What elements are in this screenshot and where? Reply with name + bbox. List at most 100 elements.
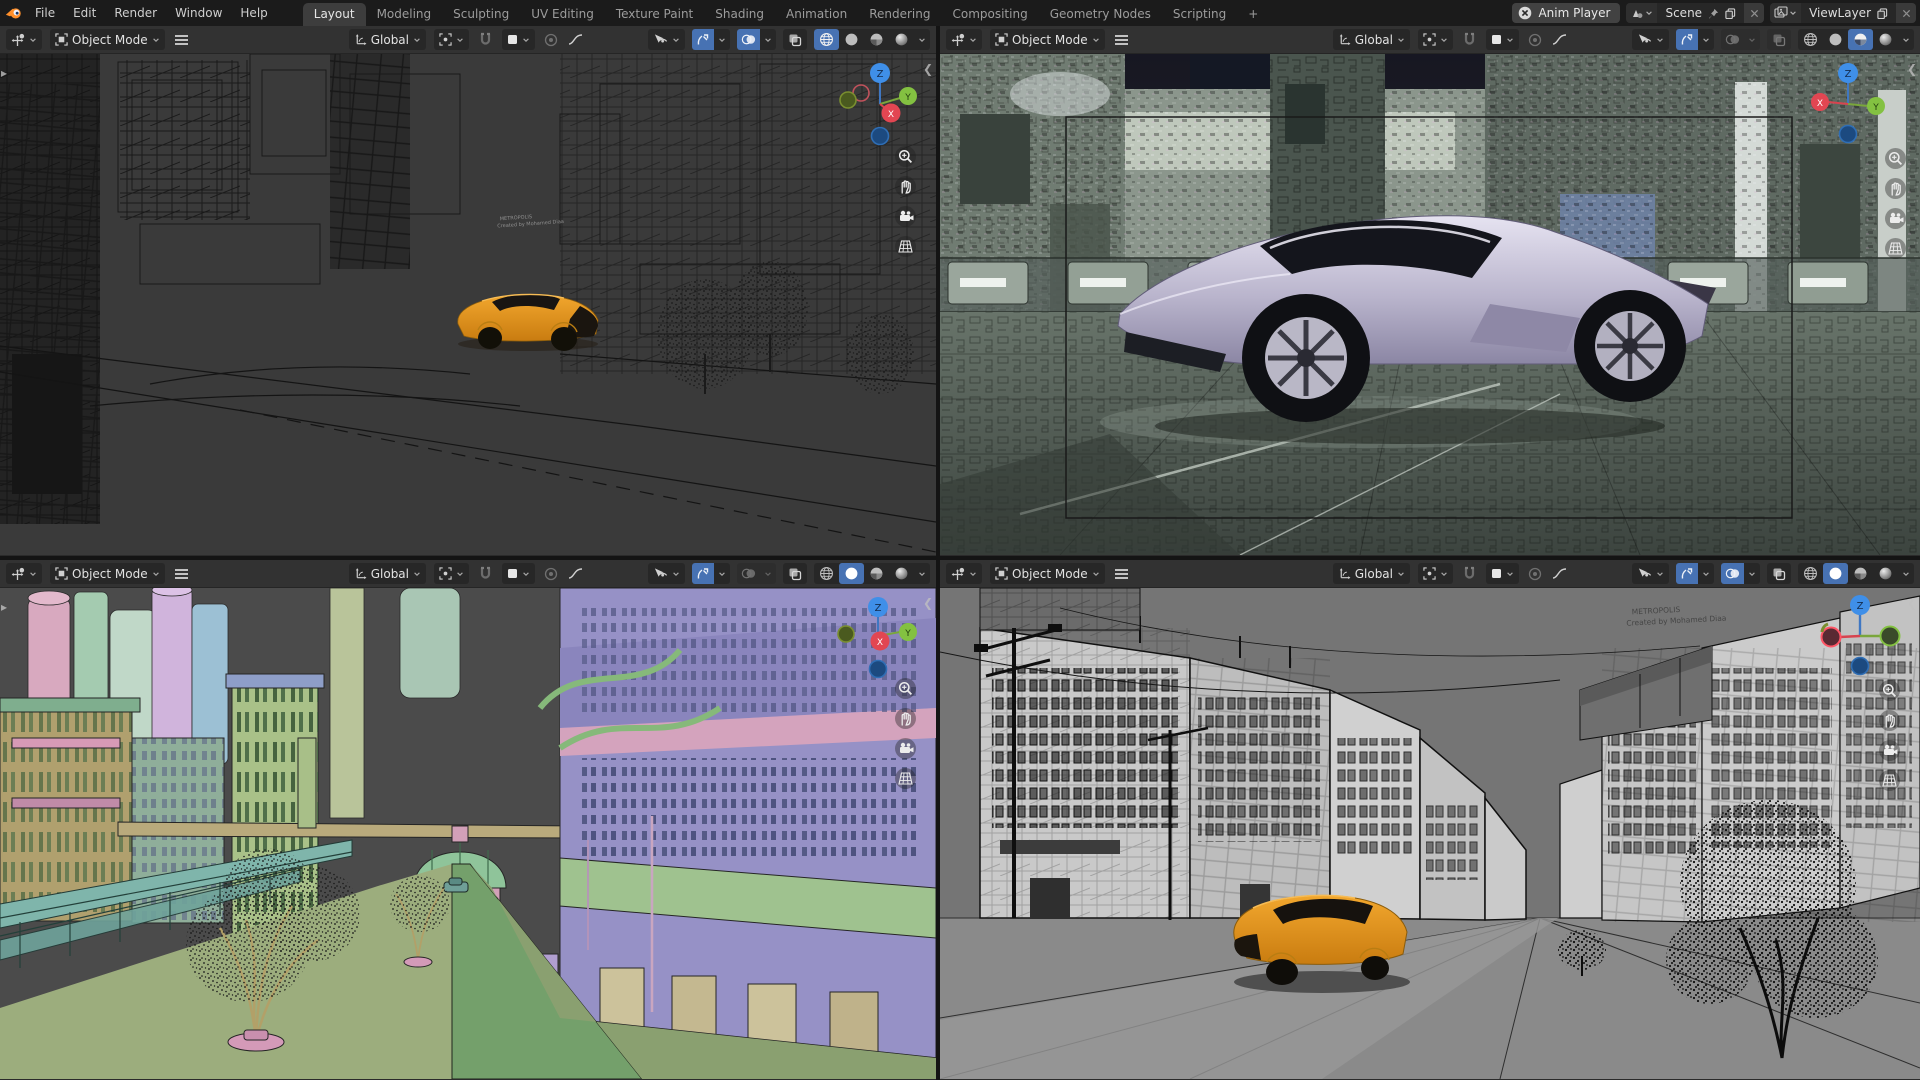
view-menu-button[interactable] bbox=[1113, 568, 1130, 580]
orthographic-grid-button[interactable] bbox=[895, 236, 916, 257]
scene-unlink-button[interactable] bbox=[1744, 3, 1764, 23]
tab-rendering[interactable]: Rendering bbox=[858, 3, 941, 26]
editor-type-dropdown[interactable] bbox=[946, 29, 982, 50]
proportional-falloff-dropdown[interactable] bbox=[567, 567, 584, 580]
proportional-editing-toggle[interactable] bbox=[543, 33, 559, 47]
tab-layout[interactable]: Layout bbox=[303, 3, 366, 26]
tab-scripting[interactable]: Scripting bbox=[1162, 3, 1237, 26]
snap-toggle[interactable] bbox=[477, 32, 494, 47]
tab-modeling[interactable]: Modeling bbox=[366, 3, 443, 26]
pan-hand-button[interactable] bbox=[1885, 178, 1906, 199]
shading-solid-button[interactable] bbox=[839, 563, 864, 584]
camera-view-button[interactable] bbox=[1885, 208, 1906, 229]
pan-hand-button[interactable] bbox=[1879, 710, 1900, 731]
new-copy-icon[interactable] bbox=[1877, 8, 1888, 19]
gizmos-toggle[interactable] bbox=[692, 563, 730, 584]
object-visibility-dropdown[interactable] bbox=[648, 29, 685, 50]
shading-wireframe-button[interactable] bbox=[1798, 29, 1823, 50]
scene-name-field[interactable]: Scene bbox=[1657, 3, 1744, 23]
transform-orientation-dropdown[interactable]: Global bbox=[1333, 29, 1410, 50]
tab-shading[interactable]: Shading bbox=[704, 3, 775, 26]
axis-navigation-gizmo[interactable]: Z X Y bbox=[1802, 54, 1894, 146]
new-copy-icon[interactable] bbox=[1725, 8, 1736, 19]
anim-player-button[interactable]: Anim Player bbox=[1512, 3, 1620, 23]
pivot-point-dropdown[interactable] bbox=[1418, 563, 1453, 584]
axis-navigation-gizmo[interactable]: Z bbox=[1814, 588, 1906, 680]
zoom-tool-button[interactable] bbox=[1879, 680, 1900, 701]
pivot-point-dropdown[interactable] bbox=[434, 563, 469, 584]
snap-toggle[interactable] bbox=[1461, 566, 1478, 581]
zoom-tool-button[interactable] bbox=[895, 146, 916, 167]
shading-dropdown[interactable] bbox=[1898, 36, 1914, 44]
mode-dropdown[interactable]: Object Mode bbox=[990, 563, 1105, 584]
proportional-editing-toggle[interactable] bbox=[1527, 33, 1543, 47]
pan-hand-button[interactable] bbox=[895, 176, 916, 197]
car-object-orange[interactable] bbox=[458, 294, 598, 351]
overlays-toggle[interactable] bbox=[737, 563, 776, 584]
snap-with-dropdown[interactable] bbox=[1486, 563, 1519, 584]
tab-texture-paint[interactable]: Texture Paint bbox=[605, 3, 704, 26]
overlays-toggle[interactable] bbox=[1721, 563, 1760, 584]
menu-help[interactable]: Help bbox=[231, 0, 276, 26]
proportional-falloff-dropdown[interactable] bbox=[567, 33, 584, 46]
shading-dropdown[interactable] bbox=[914, 570, 930, 578]
tab-sculpting[interactable]: Sculpting bbox=[442, 3, 520, 26]
shading-material-button[interactable] bbox=[864, 563, 889, 584]
transform-orientation-dropdown[interactable]: Global bbox=[1333, 563, 1410, 584]
shading-rendered-button[interactable] bbox=[889, 563, 914, 584]
gizmos-toggle[interactable] bbox=[1676, 563, 1714, 584]
shading-dropdown[interactable] bbox=[914, 36, 930, 44]
orthographic-grid-button[interactable] bbox=[1885, 238, 1906, 259]
shading-material-button[interactable] bbox=[1848, 29, 1873, 50]
orthographic-grid-button[interactable] bbox=[1879, 770, 1900, 791]
shading-wireframe-button[interactable] bbox=[1798, 563, 1823, 584]
shading-wireframe-button[interactable] bbox=[814, 29, 839, 50]
sidebar-open-chevron[interactable]: ❮ bbox=[1907, 62, 1917, 76]
xray-toggle[interactable] bbox=[1767, 29, 1791, 50]
orthographic-grid-button[interactable] bbox=[895, 768, 916, 789]
xray-toggle[interactable] bbox=[783, 563, 807, 584]
xray-toggle[interactable] bbox=[783, 29, 807, 50]
zoom-tool-button[interactable] bbox=[895, 678, 916, 699]
tab-geometry-nodes[interactable]: Geometry Nodes bbox=[1039, 3, 1162, 26]
transform-orientation-dropdown[interactable]: Global bbox=[349, 29, 426, 50]
menu-render[interactable]: Render bbox=[105, 0, 166, 26]
snap-toggle[interactable] bbox=[477, 566, 494, 581]
mode-dropdown[interactable]: Object Mode bbox=[990, 29, 1105, 50]
pan-hand-button[interactable] bbox=[895, 708, 916, 729]
camera-view-button[interactable] bbox=[895, 206, 916, 227]
shading-rendered-button[interactable] bbox=[1873, 29, 1898, 50]
object-visibility-dropdown[interactable] bbox=[1632, 563, 1669, 584]
toolbar-open-chevron[interactable]: ▸ bbox=[1, 600, 7, 614]
pin-icon[interactable] bbox=[1708, 8, 1719, 19]
viewlayer-remove-button[interactable] bbox=[1896, 3, 1916, 23]
menu-edit[interactable]: Edit bbox=[64, 0, 105, 26]
proportional-editing-toggle[interactable] bbox=[543, 567, 559, 581]
menu-file[interactable]: File bbox=[26, 0, 64, 26]
shading-dropdown[interactable] bbox=[1898, 570, 1914, 578]
sidebar-open-chevron[interactable]: ❮ bbox=[1907, 596, 1917, 610]
transform-orientation-dropdown[interactable]: Global bbox=[349, 563, 426, 584]
shading-rendered-button[interactable] bbox=[1873, 563, 1898, 584]
shading-solid-button[interactable] bbox=[1823, 29, 1848, 50]
gizmos-toggle[interactable] bbox=[692, 29, 730, 50]
mode-dropdown[interactable]: Object Mode bbox=[50, 29, 165, 50]
pivot-point-dropdown[interactable] bbox=[434, 29, 469, 50]
gizmos-toggle[interactable] bbox=[1676, 29, 1714, 50]
shading-rendered-button[interactable] bbox=[889, 29, 914, 50]
camera-view-button[interactable] bbox=[895, 738, 916, 759]
scene-datablock-dropdown[interactable] bbox=[1626, 3, 1657, 23]
shading-solid-button[interactable] bbox=[1823, 563, 1848, 584]
overlays-toggle[interactable] bbox=[737, 29, 776, 50]
viewport-canvas-top-right[interactable]: ❮ Z X Y bbox=[940, 54, 1920, 555]
snap-toggle[interactable] bbox=[1461, 32, 1478, 47]
shading-wireframe-button[interactable] bbox=[814, 563, 839, 584]
axis-navigation-gizmo[interactable]: Z X Y bbox=[836, 590, 928, 682]
tab-animation[interactable]: Animation bbox=[775, 3, 858, 26]
view-menu-button[interactable] bbox=[173, 568, 190, 580]
proportional-editing-toggle[interactable] bbox=[1527, 567, 1543, 581]
tab-compositing[interactable]: Compositing bbox=[941, 3, 1038, 26]
blender-logo-icon[interactable] bbox=[0, 0, 26, 26]
snap-with-dropdown[interactable] bbox=[1486, 29, 1519, 50]
view-menu-button[interactable] bbox=[1113, 34, 1130, 46]
